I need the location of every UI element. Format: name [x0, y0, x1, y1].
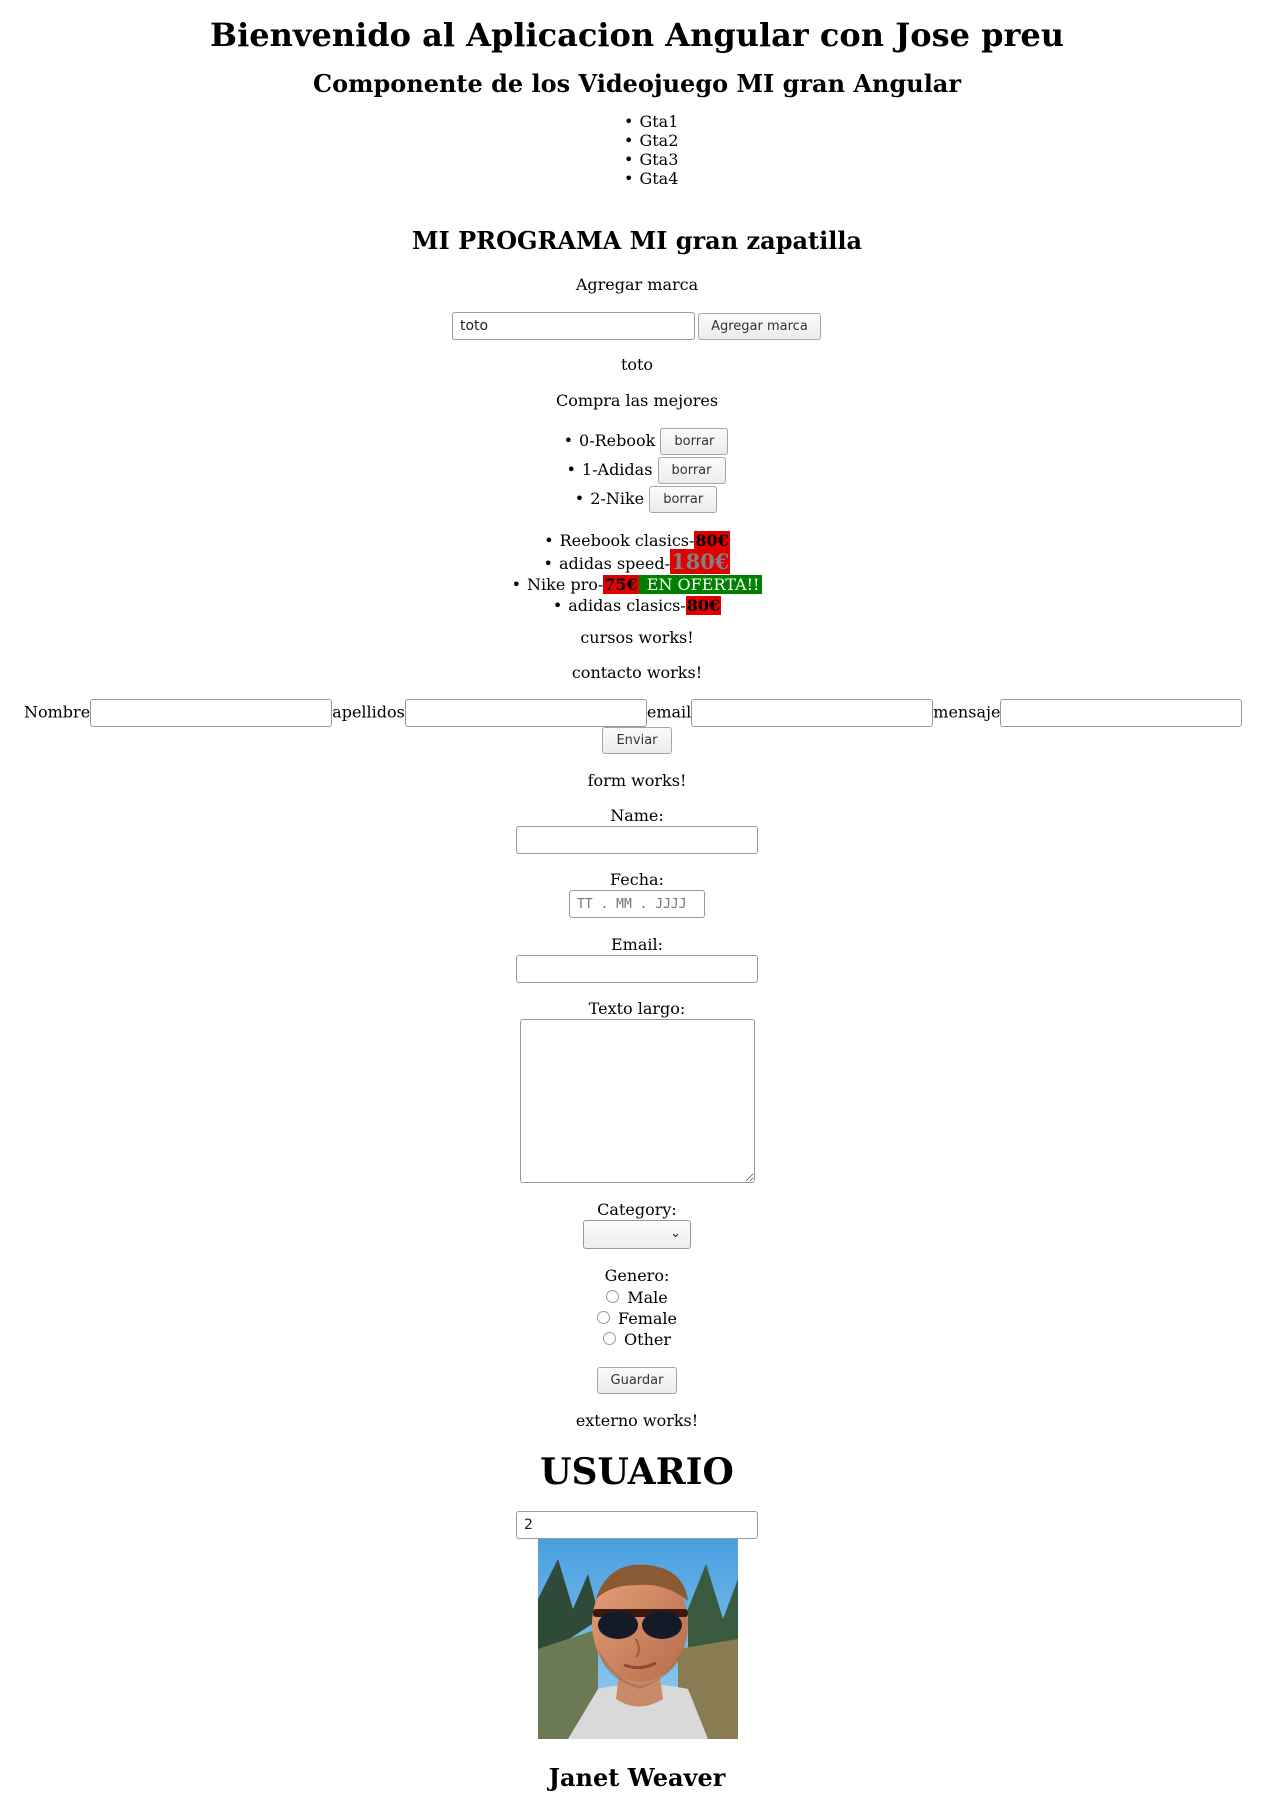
videojuegos-list: Gta1 Gta2 Gta3 Gta4 [624, 112, 704, 188]
avatar [538, 1539, 738, 1739]
compra-text: Compra las mejores [555, 391, 719, 410]
name-row [0, 826, 1274, 854]
producto-name: adidas speed- [544, 554, 670, 573]
category-select[interactable]: ⌄ [583, 1220, 691, 1249]
list-item: Gta2 [624, 131, 704, 150]
list-item: Gta3 [624, 150, 704, 169]
marcas-list: 0-Rebook borrar 1-Adidas borrar 2-Nike b… [0, 428, 1274, 515]
contacto-form-row: Nombre apellidos email mensaje [24, 699, 1264, 727]
list-item: 1-Adidas borrar [0, 457, 1274, 486]
externo-text: externo works! [575, 1411, 699, 1430]
list-item: Gta1 [624, 112, 704, 131]
agregar-marca-button[interactable]: Agregar marca [698, 312, 821, 340]
page-title: Bienvenido al Aplicacion Angular con Jos… [210, 16, 1064, 54]
enviar-row: Enviar [0, 727, 1274, 754]
radio-option-male[interactable]: Male [0, 1287, 1274, 1308]
cursos-text: cursos works! [580, 628, 694, 647]
producto-name: Reebook clasics- [544, 531, 694, 550]
mensaje-input[interactable] [1000, 699, 1243, 727]
borrar-button[interactable]: borrar [649, 486, 718, 513]
list-item: Gta4 [624, 169, 704, 188]
fecha-input[interactable] [569, 890, 705, 918]
oferta-badge: EN OFERTA!! [638, 575, 763, 594]
price-badge: 75€ [603, 575, 639, 594]
guardar-row: Guardar [0, 1367, 1274, 1394]
marca-label: 2-Nike [575, 489, 644, 508]
radio-button[interactable] [597, 1311, 610, 1324]
radio-option-female[interactable]: Female [0, 1308, 1274, 1329]
nombre-label: Nombre [24, 702, 91, 722]
apellidos-label: apellidos [332, 702, 405, 722]
radio-button[interactable] [603, 1332, 617, 1345]
radio-label: Male [627, 1288, 668, 1307]
nombre-input[interactable] [90, 699, 333, 727]
price-badge: 80€ [694, 531, 730, 550]
email-input[interactable] [691, 699, 934, 727]
name-label: Name: [610, 806, 664, 825]
videojuegos-title: Componente de los Videojuego MI gran Ang… [312, 69, 962, 98]
fecha-label: Fecha: [610, 870, 664, 889]
agregar-marca-row: Agregar marca [452, 312, 824, 340]
texto-largo-label: Texto largo: [588, 999, 686, 1018]
radio-button[interactable] [606, 1290, 620, 1303]
user-id-row [0, 1511, 1274, 1539]
mensaje-label: mensaje [933, 702, 1001, 722]
list-item: Reebook clasics-80€ [0, 530, 1274, 551]
apellidos-input[interactable] [404, 699, 647, 727]
productos-list: Reebook clasics-80€ adidas speed-180€ Ni… [0, 530, 1274, 616]
guardar-button[interactable]: Guardar [596, 1367, 678, 1394]
fecha-row [0, 890, 1274, 918]
user-name: Janet Weaver [548, 1763, 726, 1792]
category-row: ⌄ [0, 1220, 1274, 1253]
list-item: adidas clasics-80€ [0, 595, 1274, 616]
email-label: email [646, 702, 692, 722]
marca-input[interactable] [452, 312, 695, 340]
email-row [0, 955, 1274, 983]
list-item: 2-Nike borrar [0, 486, 1274, 515]
radio-label: Other [624, 1330, 671, 1349]
genero-label: Genero: [604, 1266, 670, 1285]
email-label-form: Email: [610, 935, 663, 954]
borrar-button[interactable]: borrar [660, 428, 729, 455]
agregar-marca-label: Agregar marca [575, 275, 699, 294]
user-id-input[interactable] [516, 1511, 758, 1539]
contacto-text: contacto works! [571, 663, 703, 682]
email-field[interactable] [516, 955, 758, 983]
marca-echo: toto [620, 355, 654, 374]
usuario-title: USUARIO [540, 1451, 734, 1493]
textarea-row [0, 1019, 1274, 1184]
user-photo [538, 1539, 738, 1739]
name-input[interactable] [516, 826, 758, 854]
list-item: adidas speed-180€ [0, 549, 1274, 574]
list-item: Nike pro-75€ EN OFERTA!! [0, 574, 1274, 595]
form-text: form works! [587, 771, 687, 790]
list-item: 0-Rebook borrar [0, 428, 1274, 457]
borrar-button[interactable]: borrar [657, 457, 726, 484]
zapatillas-title: MI PROGRAMA MI gran zapatilla [411, 226, 863, 255]
texto-largo-textarea[interactable] [519, 1019, 755, 1183]
genero-options: Male Female Other [0, 1287, 1274, 1350]
enviar-button[interactable]: Enviar [602, 727, 672, 754]
price-badge: 80€ [685, 596, 722, 615]
producto-name: Nike pro- [512, 575, 604, 594]
chevron-down-icon: ⌄ [670, 1226, 681, 1241]
radio-option-other[interactable]: Other [0, 1329, 1274, 1350]
radio-label: Female [618, 1309, 677, 1328]
marca-label: 1-Adidas [566, 460, 652, 479]
marca-label: 0-Rebook [564, 431, 656, 450]
price-badge: 180€ [670, 549, 731, 574]
category-label: Category: [597, 1200, 677, 1219]
producto-name: adidas clasics- [553, 596, 686, 615]
